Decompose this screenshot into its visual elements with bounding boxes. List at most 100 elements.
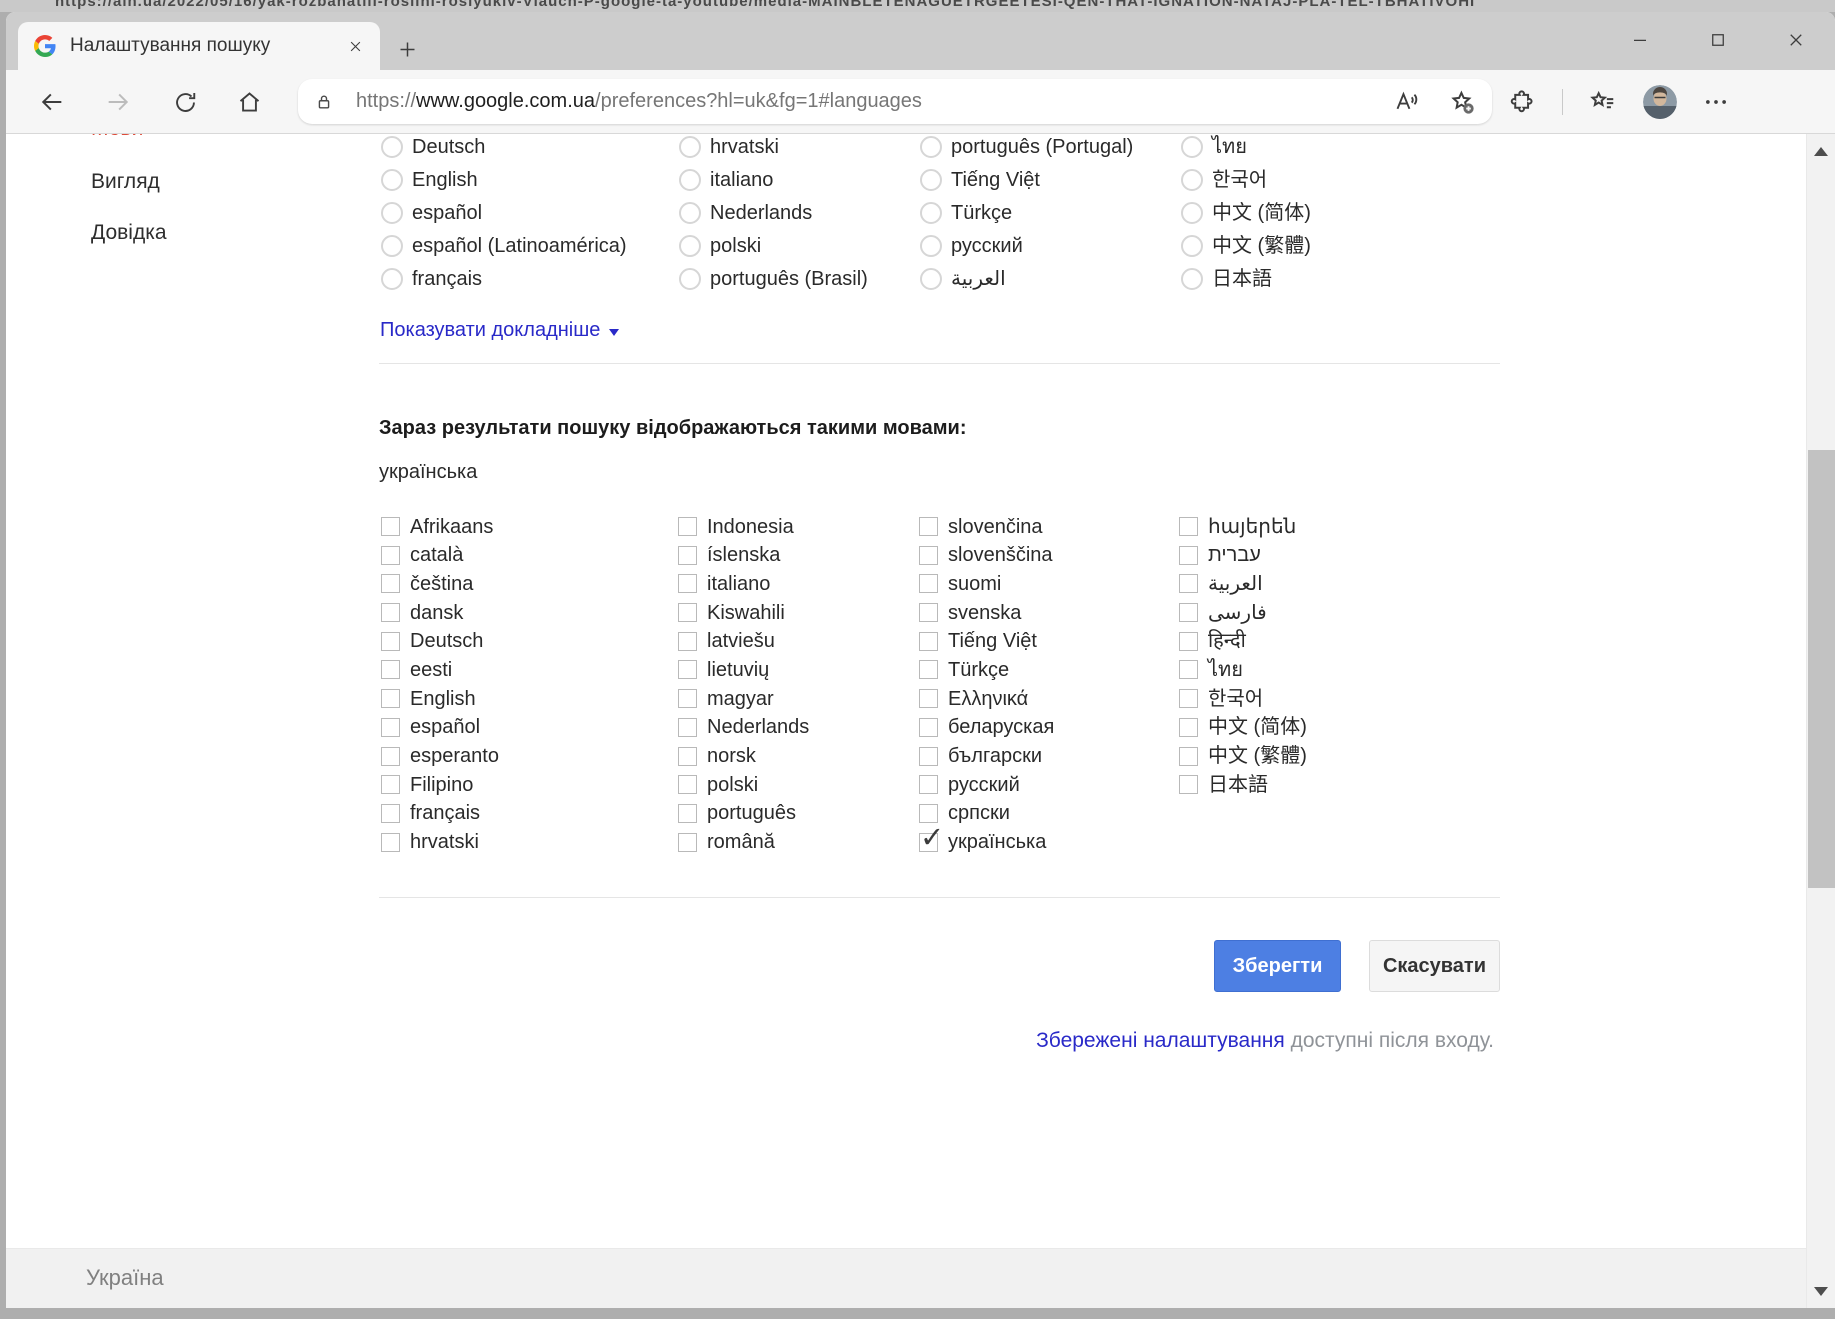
language-checkbox-option[interactable]: ✓ svenska <box>919 603 1054 622</box>
language-checkbox-option[interactable]: ✓ русский <box>919 775 1054 794</box>
language-radio-option[interactable]: polski <box>679 235 868 257</box>
checkbox-label: español <box>410 717 480 737</box>
language-checkbox-option[interactable]: ✓ polski <box>678 775 809 794</box>
language-checkbox-option[interactable]: ✓ հայերեն <box>1179 517 1307 536</box>
language-checkbox-option[interactable]: ✓ Nederlands <box>678 718 809 737</box>
favorites-button[interactable] <box>1589 88 1617 116</box>
language-radio-option[interactable]: español <box>381 202 627 224</box>
language-checkbox-option[interactable]: ✓ português <box>678 804 809 823</box>
language-checkbox-option[interactable]: ✓ हिन्दी <box>1179 632 1307 651</box>
language-radio-option[interactable]: русский <box>920 235 1133 257</box>
language-checkbox-option[interactable]: ✓ norsk <box>678 747 809 766</box>
language-checkbox-option[interactable]: ✓ Afrikaans <box>381 517 499 536</box>
language-checkbox-option[interactable]: ✓ български <box>919 747 1054 766</box>
scrollbar-thumb[interactable] <box>1808 450 1835 888</box>
language-radio-option[interactable]: ไทย <box>1181 136 1311 158</box>
language-checkbox-option[interactable]: ✓ íslenska <box>678 546 809 565</box>
language-radio-option[interactable]: Tiếng Việt <box>920 169 1133 191</box>
language-radio-option[interactable]: hrvatski <box>679 136 868 158</box>
language-checkbox-option[interactable]: ✓ Indonesia <box>678 517 809 536</box>
language-checkbox-option[interactable]: ✓ suomi <box>919 574 1054 593</box>
language-checkbox-option[interactable]: ✓ eesti <box>381 660 499 679</box>
language-checkbox-option[interactable]: ✓ català <box>381 546 499 565</box>
scroll-up-button[interactable] <box>1807 140 1835 162</box>
sidebar-item[interactable]: Довідка <box>91 221 167 245</box>
language-checkbox-option[interactable]: ✓ עברית <box>1179 546 1307 565</box>
settings-menu-button[interactable] <box>1703 89 1729 115</box>
language-checkbox-option[interactable]: ✓ Ελληνικά <box>919 689 1054 708</box>
language-radio-option[interactable]: العربية <box>920 268 1133 290</box>
show-more-link[interactable]: Показувати докладніше <box>380 319 619 342</box>
extensions-button[interactable] <box>1508 88 1536 116</box>
language-checkbox-option[interactable]: ✓ 한국어 <box>1179 689 1307 708</box>
sidebar-item[interactable]: Вигляд <box>91 170 160 194</box>
language-radio-option[interactable]: português (Brasil) <box>679 268 868 290</box>
language-radio-option[interactable]: Nederlands <box>679 202 868 224</box>
language-checkbox-option[interactable]: ✓ hrvatski <box>381 833 499 852</box>
minimize-button[interactable] <box>1601 12 1679 68</box>
maximize-button[interactable] <box>1679 12 1757 68</box>
language-checkbox-option[interactable]: ✓ English <box>381 689 499 708</box>
language-checkbox-option[interactable]: ✓ čeština <box>381 574 499 593</box>
language-checkbox-option[interactable]: ✓ latviešu <box>678 632 809 651</box>
language-radio-option[interactable]: Deutsch <box>381 136 627 158</box>
tab-close-button[interactable] <box>342 33 368 59</box>
close-window-button[interactable] <box>1757 12 1835 68</box>
language-radio-option[interactable]: français <box>381 268 627 290</box>
vertical-scrollbar[interactable] <box>1806 134 1835 1308</box>
language-checkbox-option[interactable]: ✓ dansk <box>381 603 499 622</box>
checkbox-icon: ✓ <box>381 660 400 679</box>
language-radio-option[interactable]: English <box>381 169 627 191</box>
language-checkbox-option[interactable]: ✓ slovenščina <box>919 546 1054 565</box>
language-radio-option[interactable]: 한국어 <box>1181 169 1311 191</box>
results-languages-heading: Зараз результати пошуку відображаються т… <box>379 417 967 440</box>
language-checkbox-option[interactable]: ✓ 日本語 <box>1179 775 1307 794</box>
scroll-down-button[interactable] <box>1807 1280 1835 1302</box>
language-radio-option[interactable]: Türkçe <box>920 202 1133 224</box>
language-checkbox-option[interactable]: ✓ ไทย <box>1179 660 1307 679</box>
saved-settings-link[interactable]: Збережені налаштування <box>1036 1029 1285 1052</box>
language-checkbox-option[interactable]: ✓ српски <box>919 804 1054 823</box>
language-checkbox-option[interactable]: ✓ Deutsch <box>381 632 499 651</box>
back-button[interactable] <box>36 86 68 118</box>
checkbox-icon: ✓ <box>919 718 938 737</box>
language-checkbox-option[interactable]: ✓ العربية <box>1179 574 1307 593</box>
add-favorite-button[interactable] <box>1448 88 1476 116</box>
profile-avatar[interactable] <box>1643 85 1677 119</box>
refresh-button[interactable] <box>169 86 201 118</box>
language-checkbox-option[interactable]: ✓ lietuvių <box>678 660 809 679</box>
language-checkbox-option[interactable]: ✓ беларуская <box>919 718 1054 737</box>
checkbox-label: català <box>410 545 463 565</box>
new-tab-button[interactable] <box>392 34 422 64</box>
language-checkbox-option[interactable]: ✓ Türkçe <box>919 660 1054 679</box>
language-checkbox-option[interactable]: ✓ فارسی <box>1179 603 1307 622</box>
language-radio-option[interactable]: italiano <box>679 169 868 191</box>
language-checkbox-option[interactable]: ✓ magyar <box>678 689 809 708</box>
read-aloud-button[interactable] <box>1393 88 1420 115</box>
home-button[interactable] <box>233 86 265 118</box>
language-checkbox-option[interactable]: ✓ 中文 (简体) <box>1179 718 1307 737</box>
language-checkbox-option[interactable]: ✓ français <box>381 804 499 823</box>
sidebar-item[interactable]: Мови <box>91 134 143 141</box>
forward-button[interactable] <box>102 86 134 118</box>
language-checkbox-option[interactable]: ✓ italiano <box>678 574 809 593</box>
language-checkbox-option[interactable]: ✓ Filipino <box>381 775 499 794</box>
plus-icon <box>397 39 418 60</box>
language-checkbox-option[interactable]: ✓ Kiswahili <box>678 603 809 622</box>
cancel-button[interactable]: Скасувати <box>1369 940 1500 992</box>
language-radio-option[interactable]: 中文 (繁體) <box>1181 235 1311 257</box>
language-checkbox-option[interactable]: ✓ esperanto <box>381 747 499 766</box>
language-radio-option[interactable]: 日本語 <box>1181 268 1311 290</box>
language-radio-option[interactable]: 中文 (简体) <box>1181 202 1311 224</box>
language-checkbox-option[interactable]: ✓ 中文 (繁體) <box>1179 747 1307 766</box>
language-checkbox-option[interactable]: ✓ slovenčina <box>919 517 1054 536</box>
language-radio-option[interactable]: português (Portugal) <box>920 136 1133 158</box>
language-checkbox-option[interactable]: ✓ українська <box>919 833 1054 852</box>
language-checkbox-option[interactable]: ✓ română <box>678 833 809 852</box>
save-button[interactable]: Зберегти <box>1214 940 1341 992</box>
language-radio-option[interactable]: español (Latinoamérica) <box>381 235 627 257</box>
language-checkbox-option[interactable]: ✓ español <box>381 718 499 737</box>
language-checkbox-option[interactable]: ✓ Tiếng Việt <box>919 632 1054 651</box>
browser-tab[interactable]: Налаштування пошуку <box>18 22 380 70</box>
address-bar[interactable]: https://www.google.com.ua/preferences?hl… <box>298 79 1492 124</box>
